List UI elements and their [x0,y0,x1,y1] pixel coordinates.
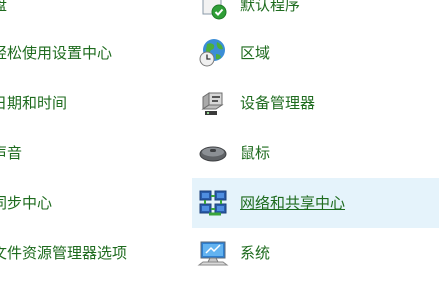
item-network-and-sharing-center[interactable]: 网络和共享中心 [192,178,439,228]
system-monitor-icon [197,237,229,269]
item-label: 轻松使用设置中心 [0,43,113,62]
item-sync-center[interactable]: 同步中心 [0,178,190,228]
item-label: 设备管理器 [240,93,316,112]
control-panel-all-items: 盘 轻松使用设置中心 日期和时间 声音 同步中心 文件资源管理器选项 默认程序 [0,0,439,289]
item-label: 默认程序 [240,0,301,14]
item-label: 鼠标 [240,143,271,162]
item-device-manager[interactable]: 设备管理器 [192,78,439,128]
item-file-explorer-options[interactable]: 文件资源管理器选项 [0,228,190,278]
region-globe-icon [197,37,229,69]
item-label: 区域 [240,43,271,62]
item-system[interactable]: 系统 [192,228,439,278]
item-label: 声音 [0,143,23,162]
item-label: 同步中心 [0,193,53,212]
device-manager-icon [197,87,229,119]
item-label: 系统 [240,243,271,262]
item-region[interactable]: 区域 [192,28,439,78]
default-programs-icon [197,0,229,21]
item-mouse[interactable]: 鼠标 [192,128,439,178]
item-disk[interactable]: 盘 [0,0,190,30]
item-label: 盘 [0,0,7,13]
item-ease-of-access-center[interactable]: 轻松使用设置中心 [0,28,190,78]
mouse-icon [197,137,229,169]
item-default-programs[interactable]: 默认程序 [192,0,439,30]
item-label: 网络和共享中心 [240,193,346,212]
network-sharing-icon [197,187,229,219]
item-sound[interactable]: 声音 [0,128,190,178]
item-label: 日期和时间 [0,93,68,112]
item-label: 文件资源管理器选项 [0,243,128,262]
item-date-and-time[interactable]: 日期和时间 [0,78,190,128]
